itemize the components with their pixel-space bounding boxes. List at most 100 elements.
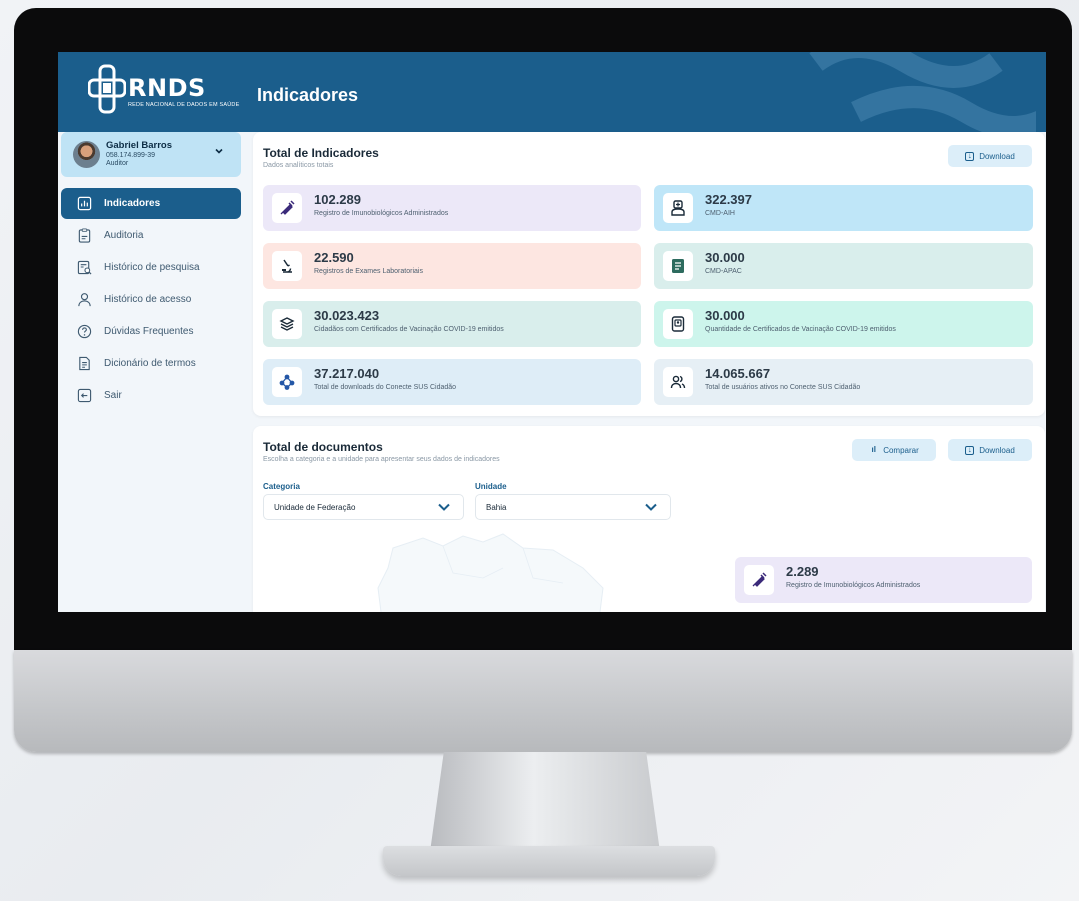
- help-icon: [77, 324, 92, 339]
- sidebar-item-sair[interactable]: Sair: [61, 380, 241, 411]
- chevron-down-icon: [438, 503, 450, 511]
- sidebar-item-label: Indicadores: [104, 198, 161, 209]
- brazil-map[interactable]: [363, 528, 623, 612]
- indicator-label: CMD-APAC: [705, 268, 742, 275]
- indicator-card[interactable]: 37.217.040 Total de downloads do Conecte…: [263, 359, 641, 405]
- documents-subtitle: Escolha a categoria e a unidade para apr…: [263, 456, 500, 463]
- document-label: Registro de Imunobiológicos Administrado…: [786, 582, 921, 589]
- indicator-value: 30.000: [705, 308, 745, 323]
- compare-button[interactable]: ıl Comparar: [852, 439, 936, 461]
- monitor-stand-neck: [430, 752, 660, 852]
- clipboard-list-icon: [663, 251, 693, 281]
- download-button[interactable]: ↓ Download: [948, 145, 1032, 167]
- doctor-icon: [663, 193, 693, 223]
- indicator-label: Total de usuários ativos no Conecte SUS …: [705, 384, 861, 391]
- sidebar-item-historico-pesquisa[interactable]: Histórico de pesquisa: [61, 252, 241, 283]
- download-icon: ↓: [965, 151, 975, 161]
- chevron-down-icon: [645, 503, 657, 511]
- indicator-value: 102.289: [314, 192, 361, 207]
- document-card[interactable]: 2.289 Registro de Imunobiológicos Admini…: [735, 557, 1032, 603]
- search-history-icon: [77, 260, 92, 275]
- logout-icon: [77, 388, 92, 403]
- users-icon: [663, 367, 693, 397]
- indicator-card[interactable]: 322.397 CMD-AIH: [654, 185, 1033, 231]
- logo-subtext: REDE NACIONAL DE DADOS EM SAÚDE: [128, 102, 240, 108]
- indicator-label: Cidadãos com Certificados de Vacinação C…: [314, 326, 504, 333]
- network-icon: [272, 367, 302, 397]
- download-button-label: Download: [979, 445, 1015, 455]
- documents-title: Total de documentos: [263, 440, 383, 454]
- indicator-card[interactable]: 30.000 CMD-APAC: [654, 243, 1033, 289]
- avatar: [73, 141, 100, 168]
- sidebar-nav: Indicadores Auditoria Histórico de pesqu…: [61, 188, 241, 412]
- sidebar-item-label: Dicionário de termos: [104, 358, 196, 369]
- download-button-label: Download: [979, 151, 1015, 161]
- user-card[interactable]: Gabriel Barros 058.174.899-39 Auditor: [61, 132, 241, 177]
- sidebar-item-historico-acesso[interactable]: Histórico de acesso: [61, 284, 241, 315]
- download-icon: ↓: [965, 445, 975, 455]
- sidebar-item-label: Histórico de pesquisa: [104, 262, 200, 273]
- user-cpf: 058.174.899-39: [106, 152, 156, 159]
- logo-text: RNDS: [128, 74, 206, 102]
- user-role: Auditor: [106, 160, 129, 167]
- monitor-stand-foot: [383, 846, 715, 876]
- chevron-down-icon[interactable]: [214, 146, 224, 156]
- sidebar-item-dicionario[interactable]: Dicionário de termos: [61, 348, 241, 379]
- microscope-icon: [272, 251, 302, 281]
- indicator-card[interactable]: 14.065.667 Total de usuários ativos no C…: [654, 359, 1033, 405]
- indicator-label: CMD-AIH: [705, 210, 735, 217]
- sidebar-item-auditoria[interactable]: Auditoria: [61, 220, 241, 251]
- indicator-label: Registro de Imunobiológicos Administrado…: [314, 210, 449, 217]
- indicator-value: 22.590: [314, 250, 354, 265]
- indicator-value: 30.023.423: [314, 308, 380, 323]
- sidebar-item-label: Histórico de acesso: [104, 294, 192, 305]
- indicators-title: Total de Indicadores: [263, 146, 379, 160]
- unit-select[interactable]: Bahia: [475, 494, 671, 520]
- rnds-logo[interactable]: RNDS REDE NACIONAL DE DADOS EM SAÚDE: [87, 64, 239, 120]
- download-button[interactable]: ↓ Download: [948, 439, 1032, 461]
- document-value: 2.289: [786, 564, 819, 579]
- top-bar: RNDS REDE NACIONAL DE DADOS EM SAÚDE Ind…: [58, 52, 1046, 132]
- category-label: Categoria: [263, 482, 300, 491]
- document-icon: [77, 356, 92, 371]
- documents-panel: Total de documentos Escolha a categoria …: [253, 426, 1045, 612]
- sidebar-item-label: Auditoria: [104, 230, 144, 241]
- sidebar-item-label: Sair: [104, 390, 122, 401]
- indicator-label: Total de downloads do Conecte SUS Cidadã…: [314, 384, 457, 391]
- unit-select-value: Bahia: [486, 502, 507, 512]
- layers-icon: [272, 309, 302, 339]
- syringe-icon: [272, 193, 302, 223]
- chart-icon: [77, 196, 92, 211]
- sidebar-item-indicadores[interactable]: Indicadores: [61, 188, 241, 219]
- user-icon: [77, 292, 92, 307]
- decorative-pattern: [809, 52, 1036, 132]
- compare-icon: ıl: [871, 445, 876, 454]
- rnds-cross-icon: [87, 64, 127, 114]
- sidebar-item-label: Dúvidas Frequentes: [104, 326, 194, 337]
- indicator-value: 30.000: [705, 250, 745, 265]
- category-select-value: Unidade de Federação: [274, 502, 356, 512]
- category-select[interactable]: Unidade de Federação: [263, 494, 464, 520]
- monitor-chin: [14, 650, 1072, 752]
- unit-label: Unidade: [475, 482, 507, 491]
- indicator-value: 14.065.667: [705, 366, 771, 381]
- indicator-value: 322.397: [705, 192, 752, 207]
- indicator-card[interactable]: 30.023.423 Cidadãos com Certificados de …: [263, 301, 641, 347]
- syringe-icon: [744, 565, 774, 595]
- indicator-label: Quantidade de Certificados de Vacinação …: [705, 326, 896, 333]
- indicators-subtitle: Dados analíticos totais: [263, 162, 334, 169]
- sidebar-item-duvidas[interactable]: Dúvidas Frequentes: [61, 316, 241, 347]
- certificate-icon: [663, 309, 693, 339]
- user-name: Gabriel Barros: [106, 140, 172, 151]
- app-screen: RNDS REDE NACIONAL DE DADOS EM SAÚDE Ind…: [58, 52, 1046, 612]
- page-title: Indicadores: [257, 85, 359, 105]
- sidebar: Gabriel Barros 058.174.899-39 Auditor In…: [58, 132, 248, 612]
- indicator-card[interactable]: 22.590 Registros de Exames Laboratoriais: [263, 243, 641, 289]
- clipboard-icon: [77, 228, 92, 243]
- indicator-label: Registros de Exames Laboratoriais: [314, 268, 423, 275]
- indicator-card[interactable]: 102.289 Registro de Imunobiológicos Admi…: [263, 185, 641, 231]
- indicator-value: 37.217.040: [314, 366, 380, 381]
- indicator-card[interactable]: 30.000 Quantidade de Certificados de Vac…: [654, 301, 1033, 347]
- compare-button-label: Comparar: [883, 445, 919, 455]
- indicators-panel: Total de Indicadores Dados analíticos to…: [253, 132, 1045, 416]
